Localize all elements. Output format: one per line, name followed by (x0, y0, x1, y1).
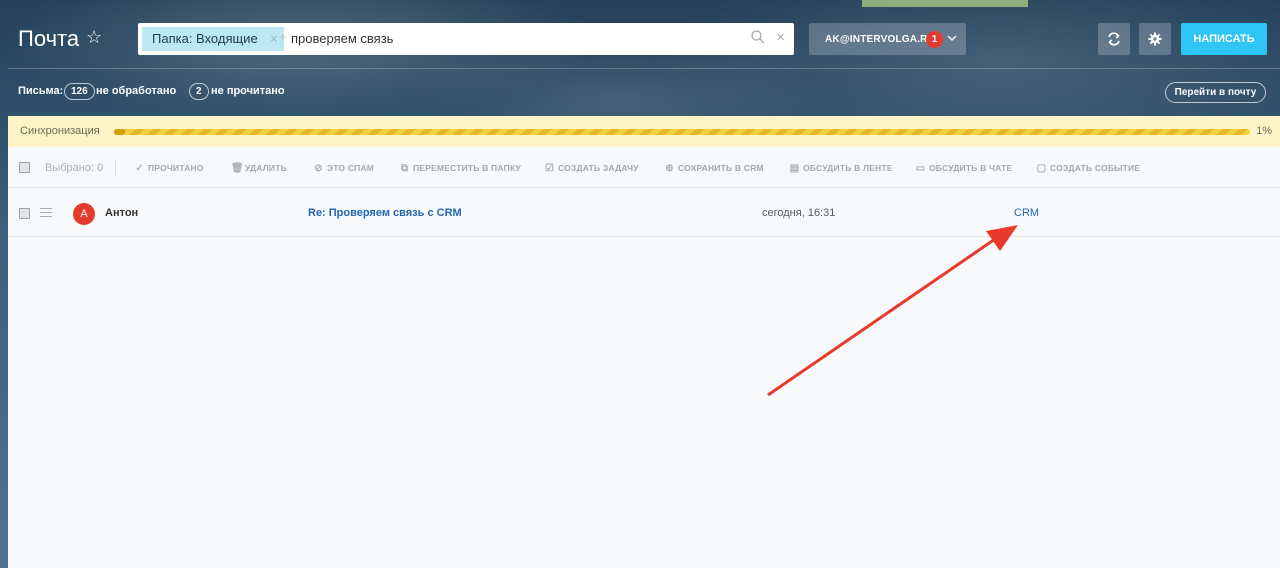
refresh-button[interactable] (1098, 23, 1130, 55)
message-panel: Выбрано: 0 ✓ ПРОЧИТАНО 🗑УДАЛИТЬ ⊘ ЭТО СПАМ… (8, 147, 1280, 568)
gear-icon (1148, 32, 1162, 46)
select-all-checkbox[interactable] (19, 162, 30, 173)
check-icon: ✓ (135, 163, 144, 174)
unprocessed-label[interactable]: не обработано (96, 85, 176, 97)
discuss-in-feed-button[interactable]: ▤ ОБСУДИТЬ В ЛЕНТЕ (789, 163, 893, 174)
selected-count: Выбрано: 0 (45, 162, 104, 174)
compose-button[interactable]: НАПИСАТЬ (1181, 23, 1267, 55)
divider (8, 68, 1280, 69)
annotation-arrow (767, 225, 1018, 397)
account-badge: 1 (926, 31, 943, 48)
message-row[interactable]: А Антон Re: Проверяем связь с CRM сегодн… (8, 189, 1280, 237)
unread-count[interactable]: 2 (189, 83, 209, 100)
search-input[interactable]: проверяем связь (291, 31, 393, 46)
trash-icon: 🗑 (231, 163, 244, 174)
clear-icon[interactable]: × (776, 29, 785, 47)
sync-label: Синхронизация (20, 125, 100, 137)
goto-mail-button[interactable]: Перейти в почту (1165, 82, 1266, 103)
delete-button[interactable]: 🗑УДАЛИТЬ (231, 163, 287, 174)
sync-progress-track (114, 129, 1250, 135)
star-icon[interactable]: ☆ (86, 27, 102, 48)
drag-handle-icon[interactable] (40, 208, 52, 217)
message-from: Антон (105, 207, 139, 219)
task-icon: ☑ (544, 163, 555, 174)
save-to-crm-button[interactable]: ⊕ СОХРАНИТЬ В CRM (664, 163, 764, 174)
create-event-button[interactable]: ▢ СОЗДАТЬ СОБЫТИЕ (1036, 163, 1140, 174)
header: Почта ☆ Папка: Входящие × + проверяем св… (0, 0, 1280, 68)
chat-icon: ▭ (915, 163, 926, 174)
toolbar-divider (115, 160, 116, 176)
search-box[interactable]: Папка: Входящие × + проверяем связь × (138, 23, 794, 55)
avatar: А (73, 203, 95, 225)
message-subject-link[interactable]: Re: Проверяем связь с CRM (308, 207, 462, 219)
action-toolbar: Выбрано: 0 ✓ ПРОЧИТАНО 🗑УДАЛИТЬ ⊘ ЭТО СПАМ… (8, 147, 1280, 188)
create-task-button[interactable]: ☑ СОЗДАТЬ ЗАДАЧУ (544, 163, 639, 174)
counters-prefix: Письма: (18, 85, 64, 97)
calendar-icon: ▢ (1036, 163, 1047, 174)
refresh-icon (1108, 32, 1120, 46)
mark-read-button[interactable]: ✓ ПРОЧИТАНО (134, 163, 204, 174)
settings-button[interactable] (1139, 23, 1171, 55)
spam-button[interactable]: ⊘ ЭТО СПАМ (313, 163, 374, 174)
sync-progress-fill (114, 129, 126, 135)
page-title: Почта (18, 26, 80, 51)
ban-icon: ⊘ (314, 163, 323, 174)
feed-icon: ▤ (789, 163, 800, 174)
sync-percent: 1% (1256, 125, 1272, 137)
unprocessed-count[interactable]: 126 (64, 83, 95, 100)
search-icon[interactable] (750, 29, 766, 45)
add-filter-icon[interactable]: + (279, 30, 286, 44)
discuss-in-chat-button[interactable]: ▭ ОБСУДИТЬ В ЧАТЕ (915, 163, 1013, 174)
account-selector[interactable]: AK@INTERVOLGA.RU 1 (809, 23, 966, 55)
chevron-down-icon (947, 35, 957, 42)
unread-label[interactable]: не прочитано (211, 85, 285, 97)
filter-chip[interactable]: Папка: Входящие × (142, 27, 284, 51)
chip-close-icon[interactable]: × (270, 27, 278, 51)
folder-move-icon: ⧉ (400, 163, 409, 174)
sync-bar: Синхронизация 1% (8, 116, 1280, 147)
account-label: AK@INTERVOLGA.RU (825, 34, 935, 45)
row-checkbox[interactable] (19, 208, 30, 219)
filter-chip-label: Папка: Входящие (152, 31, 258, 46)
plus-circle-icon: ⊕ (665, 163, 674, 174)
move-to-folder-button[interactable]: ⧉ ПЕРЕМЕСТИТЬ В ПАПКУ (399, 163, 521, 174)
